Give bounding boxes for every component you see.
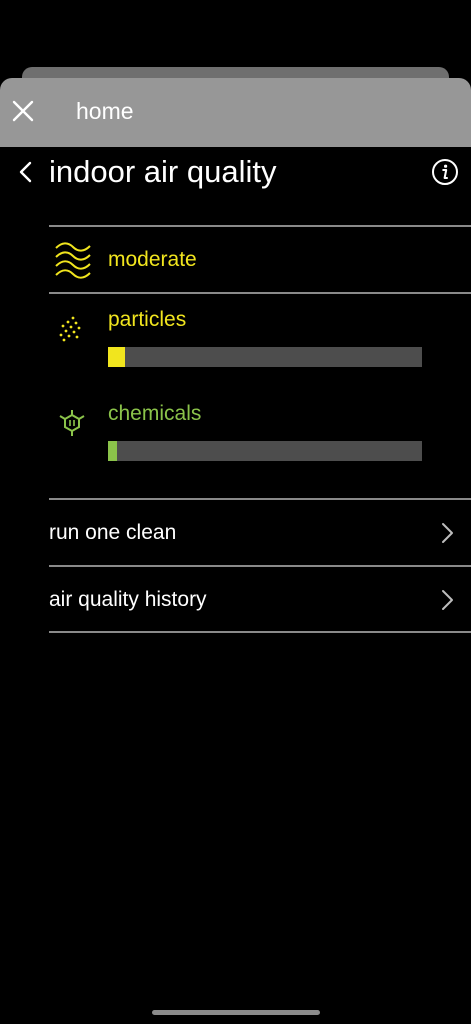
divider [49,292,471,294]
waves-icon [55,242,91,279]
info-icon[interactable] [431,158,459,186]
divider [49,631,471,633]
particles-level-fill [108,347,126,367]
page-header: indoor air quality [0,147,471,207]
divider [49,225,471,227]
run-one-clean-button[interactable]: run one clean [49,500,471,564]
home-indicator[interactable] [152,1010,320,1015]
metric-chemicals: chemicals [49,402,471,482]
metric-label: particles [108,308,187,331]
chevron-right-icon [442,590,453,610]
metric-label: chemicals [108,402,202,425]
chemicals-level-bar [108,441,422,461]
close-icon [12,100,34,122]
nav-label: air quality history [49,588,207,611]
close-button[interactable] [8,96,38,126]
particles-icon [59,316,81,342]
chemicals-level-fill [108,441,118,461]
metric-particles: particles [49,308,471,388]
air-quality-status: moderate [49,228,471,292]
screen: home indoor air quality moderate particl… [0,0,471,1024]
molecule-icon [59,410,85,436]
top-bar-title: home [76,98,134,124]
chevron-left-icon [19,161,32,183]
page-title: indoor air quality [49,154,277,189]
chevron-right-icon [442,523,453,543]
top-bar: home [0,78,471,147]
air-quality-history-button[interactable]: air quality history [49,567,471,631]
nav-label: run one clean [49,521,177,544]
back-button[interactable] [12,159,38,185]
status-label: moderate [108,248,197,271]
particles-level-bar [108,347,422,367]
